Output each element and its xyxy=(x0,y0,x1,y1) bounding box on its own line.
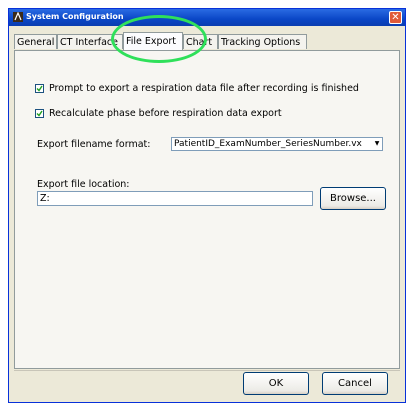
filename-format-value: PatientID_ExamNumber_SeriesNumber.vx xyxy=(174,139,362,149)
ok-button[interactable]: OK xyxy=(243,372,309,395)
prompt-export-checkbox-row[interactable]: Prompt to export a respiration data file… xyxy=(35,83,359,94)
prompt-export-label: Prompt to export a respiration data file… xyxy=(49,83,359,94)
footer-divider xyxy=(14,370,400,371)
export-location-input[interactable]: Z: xyxy=(37,191,313,206)
recalculate-phase-checkbox-row[interactable]: Recalculate phase before respiration dat… xyxy=(35,108,282,119)
tab-chart[interactable]: Chart xyxy=(183,34,218,49)
recalculate-phase-label: Recalculate phase before respiration dat… xyxy=(49,108,282,119)
close-button[interactable]: ✕ xyxy=(389,11,402,24)
close-icon: ✕ xyxy=(391,12,400,23)
chevron-down-icon[interactable]: ▼ xyxy=(372,138,382,150)
file-export-panel: Prompt to export a respiration data file… xyxy=(14,50,400,369)
prompt-export-checkbox[interactable] xyxy=(35,84,44,93)
tab-general[interactable]: General xyxy=(14,34,57,49)
filename-format-select[interactable]: PatientID_ExamNumber_SeriesNumber.vx ▼ xyxy=(171,137,383,151)
recalculate-phase-checkbox[interactable] xyxy=(35,109,44,118)
title-bar[interactable]: System Configuration ✕ xyxy=(9,9,405,26)
app-icon xyxy=(13,11,23,22)
browse-button[interactable]: Browse... xyxy=(320,187,386,210)
system-configuration-window: System Configuration ✕ General CT Interf… xyxy=(8,8,406,403)
tab-file-export[interactable]: File Export xyxy=(123,32,183,50)
tab-tracking-options[interactable]: Tracking Options xyxy=(218,34,307,49)
export-location-label: Export file location: xyxy=(37,179,130,190)
window-title: System Configuration xyxy=(26,12,124,21)
cancel-button[interactable]: Cancel xyxy=(322,372,388,395)
filename-format-label: Export filename format: xyxy=(37,139,151,150)
tab-ct-interface[interactable]: CT Interface xyxy=(57,34,123,49)
